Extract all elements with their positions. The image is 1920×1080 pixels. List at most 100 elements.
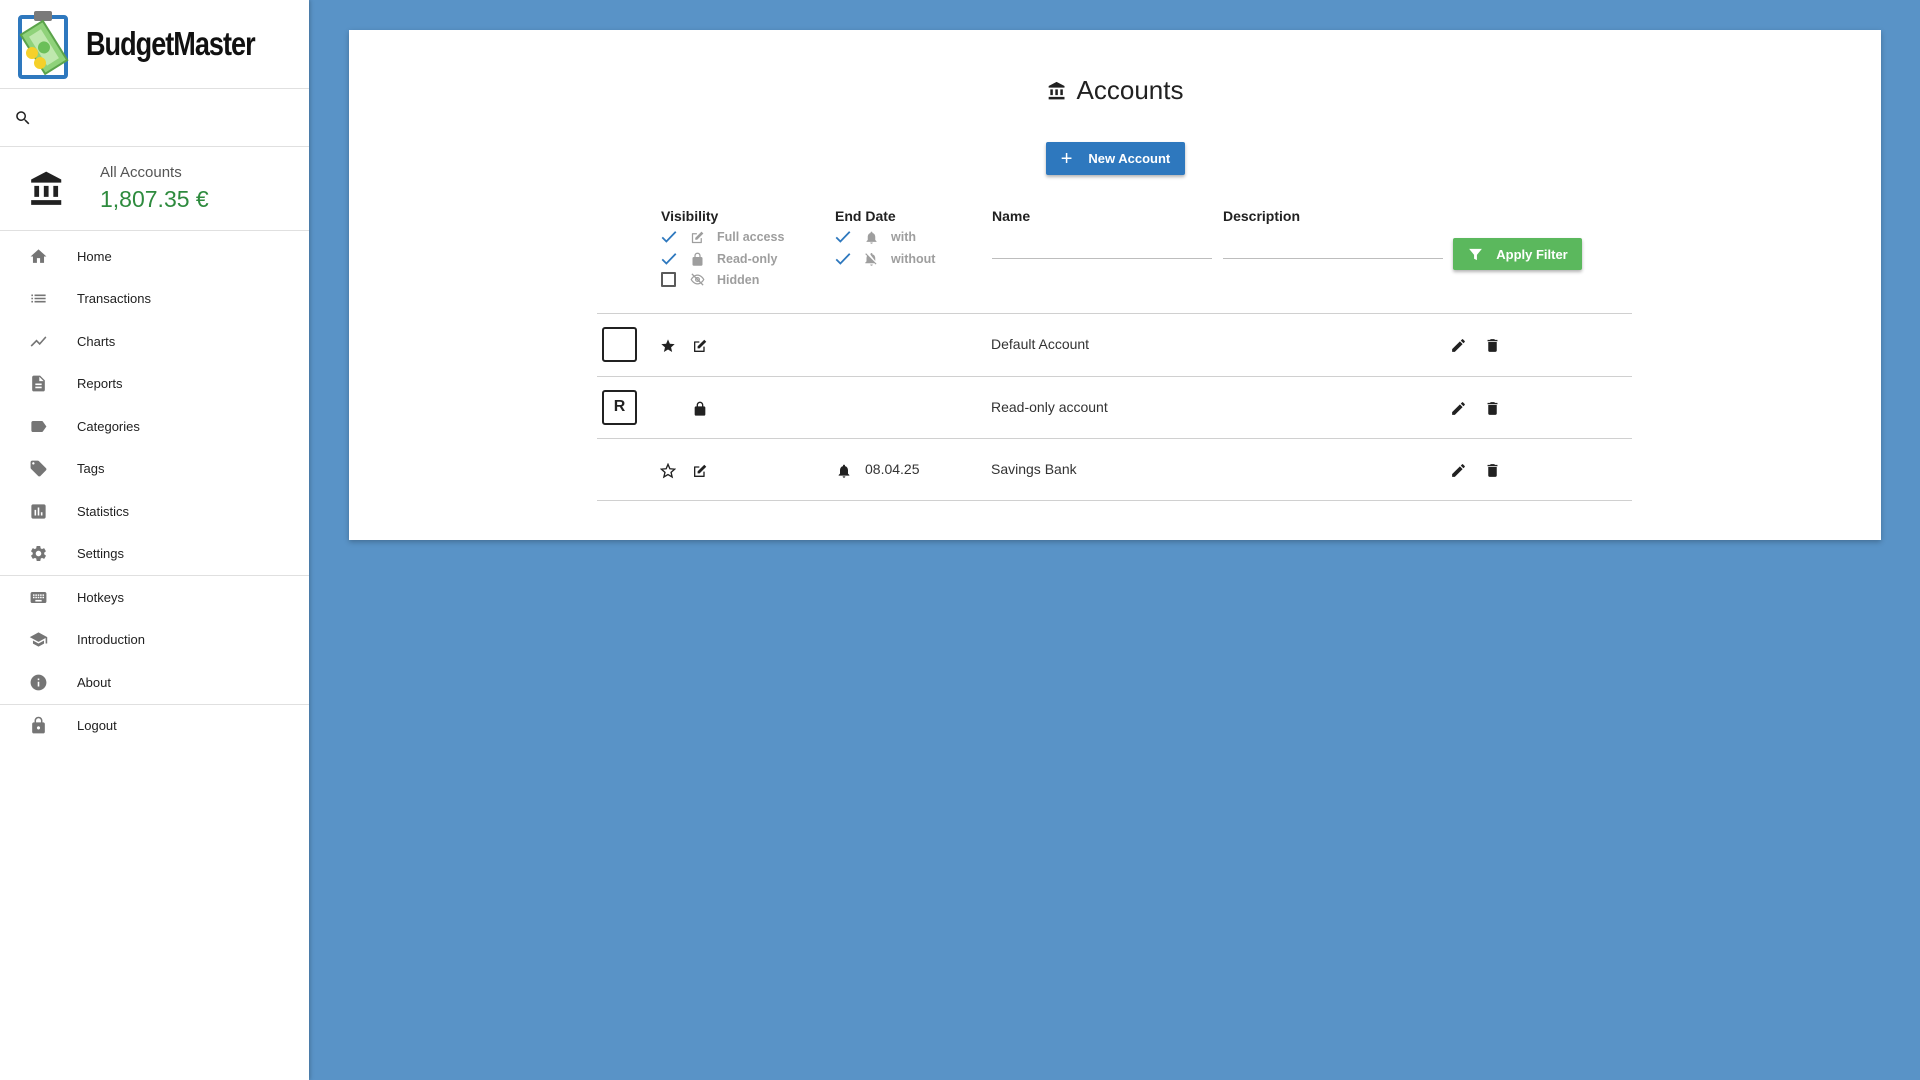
nav-item-label: Statistics [77, 503, 130, 519]
edit-icon [694, 464, 707, 477]
filter-label: Full access [717, 230, 785, 244]
lock-icon [694, 401, 706, 416]
plus-icon: + [1060, 147, 1073, 170]
main-nav: Home Transactions Charts Reports Categor… [0, 235, 309, 747]
nav-item-introduction[interactable]: Introduction [0, 619, 309, 662]
filter-hidden[interactable]: Hidden [660, 272, 759, 287]
bar-chart-icon [31, 504, 46, 519]
lock-icon [32, 717, 45, 734]
edit-pencil-icon[interactable] [1450, 462, 1467, 479]
description-filter-input[interactable] [1223, 231, 1443, 259]
account-balance: 1,807.35 € [100, 186, 209, 212]
list-icon [31, 294, 46, 303]
keyboard-icon [30, 591, 47, 603]
checkbox-checked[interactable] [834, 250, 852, 268]
nav-item-categories[interactable]: Categories [0, 405, 309, 448]
nav-item-tags[interactable]: Tags [0, 448, 309, 491]
info-icon [30, 674, 47, 691]
delete-icon[interactable] [1484, 337, 1501, 354]
account-label: All Accounts [100, 164, 182, 181]
nav-item-label: About [77, 674, 111, 690]
new-account-label: New Account [1088, 151, 1171, 166]
filter-label: Read-only [717, 252, 778, 266]
nav-item-settings[interactable]: Settings [0, 533, 309, 576]
table-row[interactable]: R Read-only account [597, 375, 1632, 439]
account-name: Read-only account [991, 398, 1108, 415]
filter-label: without [891, 252, 936, 266]
nav-item-label: Logout [77, 718, 117, 734]
sidebar: BudgetMaster All Accounts 1,807.35 € Hom… [0, 0, 309, 1080]
search-icon[interactable] [14, 109, 32, 127]
name-filter-title: Name [992, 208, 1031, 224]
account-selector[interactable]: All Accounts 1,807.35 € [0, 147, 309, 231]
apply-filter-label: Apply Filter [1496, 246, 1568, 262]
account-icon: R [602, 389, 637, 425]
new-account-button[interactable]: + New Account [1046, 142, 1185, 175]
filter-icon [1469, 248, 1483, 260]
delete-icon[interactable] [1484, 462, 1501, 479]
checkbox-checked[interactable] [660, 250, 678, 268]
nav-item-label: Charts [77, 333, 116, 349]
bell-icon [866, 231, 877, 244]
app-name: BudgetMaster [86, 25, 256, 62]
search-row[interactable] [0, 89, 309, 147]
edit-pencil-icon[interactable] [1450, 400, 1467, 417]
star-outline-icon[interactable] [660, 463, 676, 479]
line-chart-icon [30, 336, 47, 347]
account-end-date: 08.04.25 [865, 461, 920, 477]
nav-item-about[interactable]: About [0, 661, 309, 704]
checkbox-checked[interactable] [660, 228, 678, 246]
bank-icon [1048, 81, 1065, 99]
nav-item-label: Reports [77, 376, 123, 392]
page-title-text: Accounts [1076, 75, 1184, 105]
nav-item-label: Transactions [77, 291, 151, 307]
checkbox-unchecked[interactable] [661, 272, 676, 287]
nav-item-label: Introduction [77, 632, 145, 648]
filter-read-only[interactable]: Read-only [660, 250, 777, 268]
apply-filter-button[interactable]: Apply Filter [1453, 238, 1582, 270]
filter-full-access[interactable]: Full access [660, 228, 784, 246]
description-filter-title: Description [1223, 208, 1301, 224]
accounts-card: Accounts + New Account Visibility Full a… [349, 30, 1881, 540]
delete-icon[interactable] [1484, 400, 1501, 417]
nav-item-statistics[interactable]: Statistics [0, 490, 309, 533]
tag-icon [30, 460, 47, 477]
graduation-cap-icon [29, 632, 48, 647]
edit-icon [694, 339, 707, 352]
filter-end-date-with[interactable]: with [834, 228, 916, 246]
nav-item-label: Tags [77, 461, 105, 477]
budgetmaster-logo-icon [18, 9, 72, 79]
lock-icon [692, 252, 703, 266]
end-date-filter-title: End Date [835, 208, 896, 224]
nav-item-home[interactable]: Home [0, 235, 309, 278]
nav-item-logout[interactable]: Logout [0, 705, 309, 748]
nav-item-hotkeys[interactable]: Hotkeys [0, 576, 309, 619]
filter-label: with [891, 230, 916, 244]
report-icon [32, 375, 45, 392]
account-name: Savings Bank [991, 461, 1077, 477]
table-row[interactable]: Default Account [597, 313, 1632, 376]
filter-end-date-without[interactable]: without [834, 250, 935, 268]
edit-icon [691, 231, 704, 243]
name-filter-input[interactable] [992, 231, 1212, 259]
account-name: Default Account [991, 336, 1090, 352]
edit-pencil-icon[interactable] [1450, 337, 1467, 354]
nav-item-label: Categories [77, 418, 140, 434]
nav-item-label: Settings [77, 546, 124, 562]
page-title: Accounts [349, 75, 1881, 106]
nav-item-charts[interactable]: Charts [0, 320, 309, 363]
gear-icon [31, 546, 46, 562]
logo-area[interactable]: BudgetMaster [0, 0, 309, 89]
eye-off-icon [690, 273, 705, 286]
visibility-filter-title: Visibility [661, 208, 719, 224]
nav-item-transactions[interactable]: Transactions [0, 278, 309, 321]
nav-item-reports[interactable]: Reports [0, 363, 309, 406]
bell-icon [838, 464, 850, 478]
bank-icon [31, 171, 62, 205]
nav-item-label: Home [77, 248, 112, 264]
table-row[interactable]: 08.04.25 Savings Bank [597, 438, 1632, 501]
star-filled-icon[interactable] [660, 338, 676, 354]
home-icon [30, 249, 47, 263]
filter-label: Hidden [717, 272, 760, 287]
checkbox-checked[interactable] [834, 228, 852, 246]
